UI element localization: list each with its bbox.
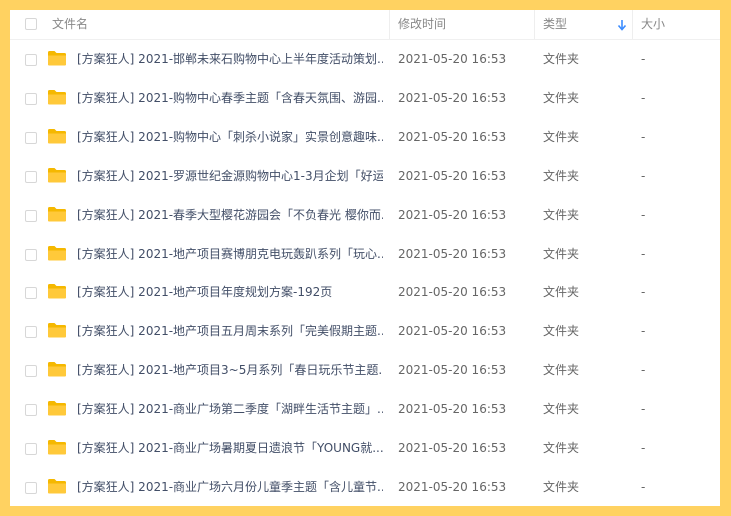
folder-icon [48,51,66,66]
file-name[interactable]: [方案狂人] 2021-罗源世纪金源购物中心1-3月企划「好运... [77,157,383,196]
row-checkbox[interactable] [25,481,37,494]
file-size: - [641,90,646,105]
column-header-modified-time[interactable]: 修改时间 [398,10,446,39]
row-checkbox[interactable] [25,365,37,378]
file-list-header: 文件名 修改时间 类型 大小 [10,10,720,40]
modified-time: 2021-05-20 16:53 [398,441,507,455]
column-divider [389,10,390,39]
file-name[interactable]: [方案狂人] 2021-地产项目年度规划方案-192页 [77,273,383,312]
file-size: - [641,207,646,222]
arrow-down-icon[interactable] [616,18,628,32]
file-type: 文件夹 [543,479,580,494]
folder-icon [48,128,66,144]
column-header-name[interactable]: 文件名 [52,10,88,39]
file-size: - [641,363,646,378]
file-type: 文件夹 [543,402,580,417]
file-row[interactable]: [方案狂人] 2021-购物中心「刺杀小说家」实景创意趣味... 2021-05-… [10,118,720,157]
row-checkbox[interactable] [25,131,37,144]
column-divider [632,10,633,39]
file-size: - [641,402,646,417]
file-name[interactable]: [方案狂人] 2021-商业广场第二季度「湖畔生活节主题」... [77,390,383,429]
file-name[interactable]: [方案狂人] 2021-地产项目赛博朋克电玩轰趴系列「玩心... [77,235,383,274]
file-size: - [641,246,646,261]
file-name[interactable]: [方案狂人] 2021-商业广场暑期夏日遗浪节「YOUNG就... [77,429,383,468]
file-row[interactable]: [方案狂人] 2021-春季大型樱花游园会「不负春光 樱你而... 2021-05… [10,196,720,235]
file-name[interactable]: [方案狂人] 2021-地产项目五月周末系列「完美假期主题... [77,312,383,351]
file-size: - [641,324,646,339]
file-type: 文件夹 [543,285,580,300]
modified-time: 2021-05-20 16:53 [398,402,507,417]
file-type: 文件夹 [543,324,580,339]
file-list-panel: 文件名 修改时间 类型 大小 [方案狂人] 2021-邯郸未来石购物中心上半年度… [10,10,720,506]
select-all-checkbox[interactable] [25,18,37,30]
folder-icon [48,245,66,260]
row-checkbox[interactable] [25,54,37,66]
file-type: 文件夹 [543,129,580,144]
file-row[interactable]: [方案狂人] 2021-罗源世纪金源购物中心1-3月企划「好运... 2021-0… [10,157,720,196]
column-header-type[interactable]: 类型 [543,10,567,39]
file-name[interactable]: [方案狂人] 2021-邯郸未来石购物中心上半年度活动策划... [77,40,383,79]
file-name[interactable]: [方案狂人] 2021-春季大型樱花游园会「不负春光 樱你而... [77,196,383,235]
modified-time: 2021-05-20 16:53 [398,168,507,183]
file-name[interactable]: [方案狂人] 2021-购物中心春季主题「含春天氛围、游园... [77,79,383,118]
modified-time: 2021-05-20 16:53 [398,285,507,300]
file-type: 文件夹 [543,52,580,66]
file-type: 文件夹 [543,246,580,261]
row-checkbox[interactable] [25,326,37,339]
folder-icon [48,89,66,105]
file-name[interactable]: [方案狂人] 2021-地产项目3~5月系列「春日玩乐节主题... [77,351,383,390]
folder-icon [48,478,66,494]
file-size: - [641,52,646,66]
modified-time: 2021-05-20 16:53 [398,324,507,339]
folder-icon [48,167,66,183]
row-checkbox[interactable] [25,248,37,261]
modified-time: 2021-05-20 16:53 [398,129,507,144]
row-checkbox[interactable] [25,443,37,455]
file-row[interactable]: [方案狂人] 2021-商业广场六月份儿童季主题「含儿童节... 2021-05-… [10,468,720,506]
modified-time: 2021-05-20 16:53 [398,363,507,378]
column-header-size[interactable]: 大小 [641,10,665,39]
file-size: - [641,479,646,494]
folder-icon [48,206,66,222]
folder-icon [48,362,66,377]
file-row[interactable]: [方案狂人] 2021-地产项目年度规划方案-192页 2021-05-20 16… [10,273,720,312]
folder-icon [48,284,66,299]
modified-time: 2021-05-20 16:53 [398,90,507,105]
file-row[interactable]: [方案狂人] 2021-地产项目3~5月系列「春日玩乐节主题... 2021-05… [10,351,720,390]
file-name[interactable]: [方案狂人] 2021-购物中心「刺杀小说家」实景创意趣味... [77,118,383,157]
file-name[interactable]: [方案狂人] 2021-商业广场六月份儿童季主题「含儿童节... [77,468,383,506]
row-checkbox[interactable] [25,209,37,222]
file-row[interactable]: [方案狂人] 2021-邯郸未来石购物中心上半年度活动策划... 2021-05-… [10,40,720,79]
file-row[interactable]: [方案狂人] 2021-商业广场暑期夏日遗浪节「YOUNG就... 2021-05… [10,429,720,468]
file-type: 文件夹 [543,363,580,378]
row-checkbox[interactable] [25,287,37,300]
file-row[interactable]: [方案狂人] 2021-购物中心春季主题「含春天氛围、游园... 2021-05-… [10,79,720,118]
folder-icon [48,440,66,455]
modified-time: 2021-05-20 16:53 [398,479,507,494]
file-type: 文件夹 [543,441,580,455]
row-checkbox[interactable] [25,404,37,417]
file-type: 文件夹 [543,207,580,222]
file-size: - [641,129,646,144]
file-size: - [641,441,646,455]
file-size: - [641,168,646,183]
folder-icon [48,323,66,338]
modified-time: 2021-05-20 16:53 [398,207,507,222]
modified-time: 2021-05-20 16:53 [398,52,507,66]
file-type: 文件夹 [543,90,580,105]
row-checkbox[interactable] [25,170,37,183]
row-checkbox[interactable] [25,92,37,105]
modified-time: 2021-05-20 16:53 [398,246,507,261]
column-divider [534,10,535,39]
file-row[interactable]: [方案狂人] 2021-地产项目赛博朋克电玩轰趴系列「玩心... 2021-05-… [10,235,720,274]
file-type: 文件夹 [543,168,580,183]
file-row[interactable]: [方案狂人] 2021-商业广场第二季度「湖畔生活节主题」... 2021-05-… [10,390,720,429]
file-row[interactable]: [方案狂人] 2021-地产项目五月周末系列「完美假期主题... 2021-05-… [10,312,720,351]
folder-icon [48,401,66,416]
file-size: - [641,285,646,300]
